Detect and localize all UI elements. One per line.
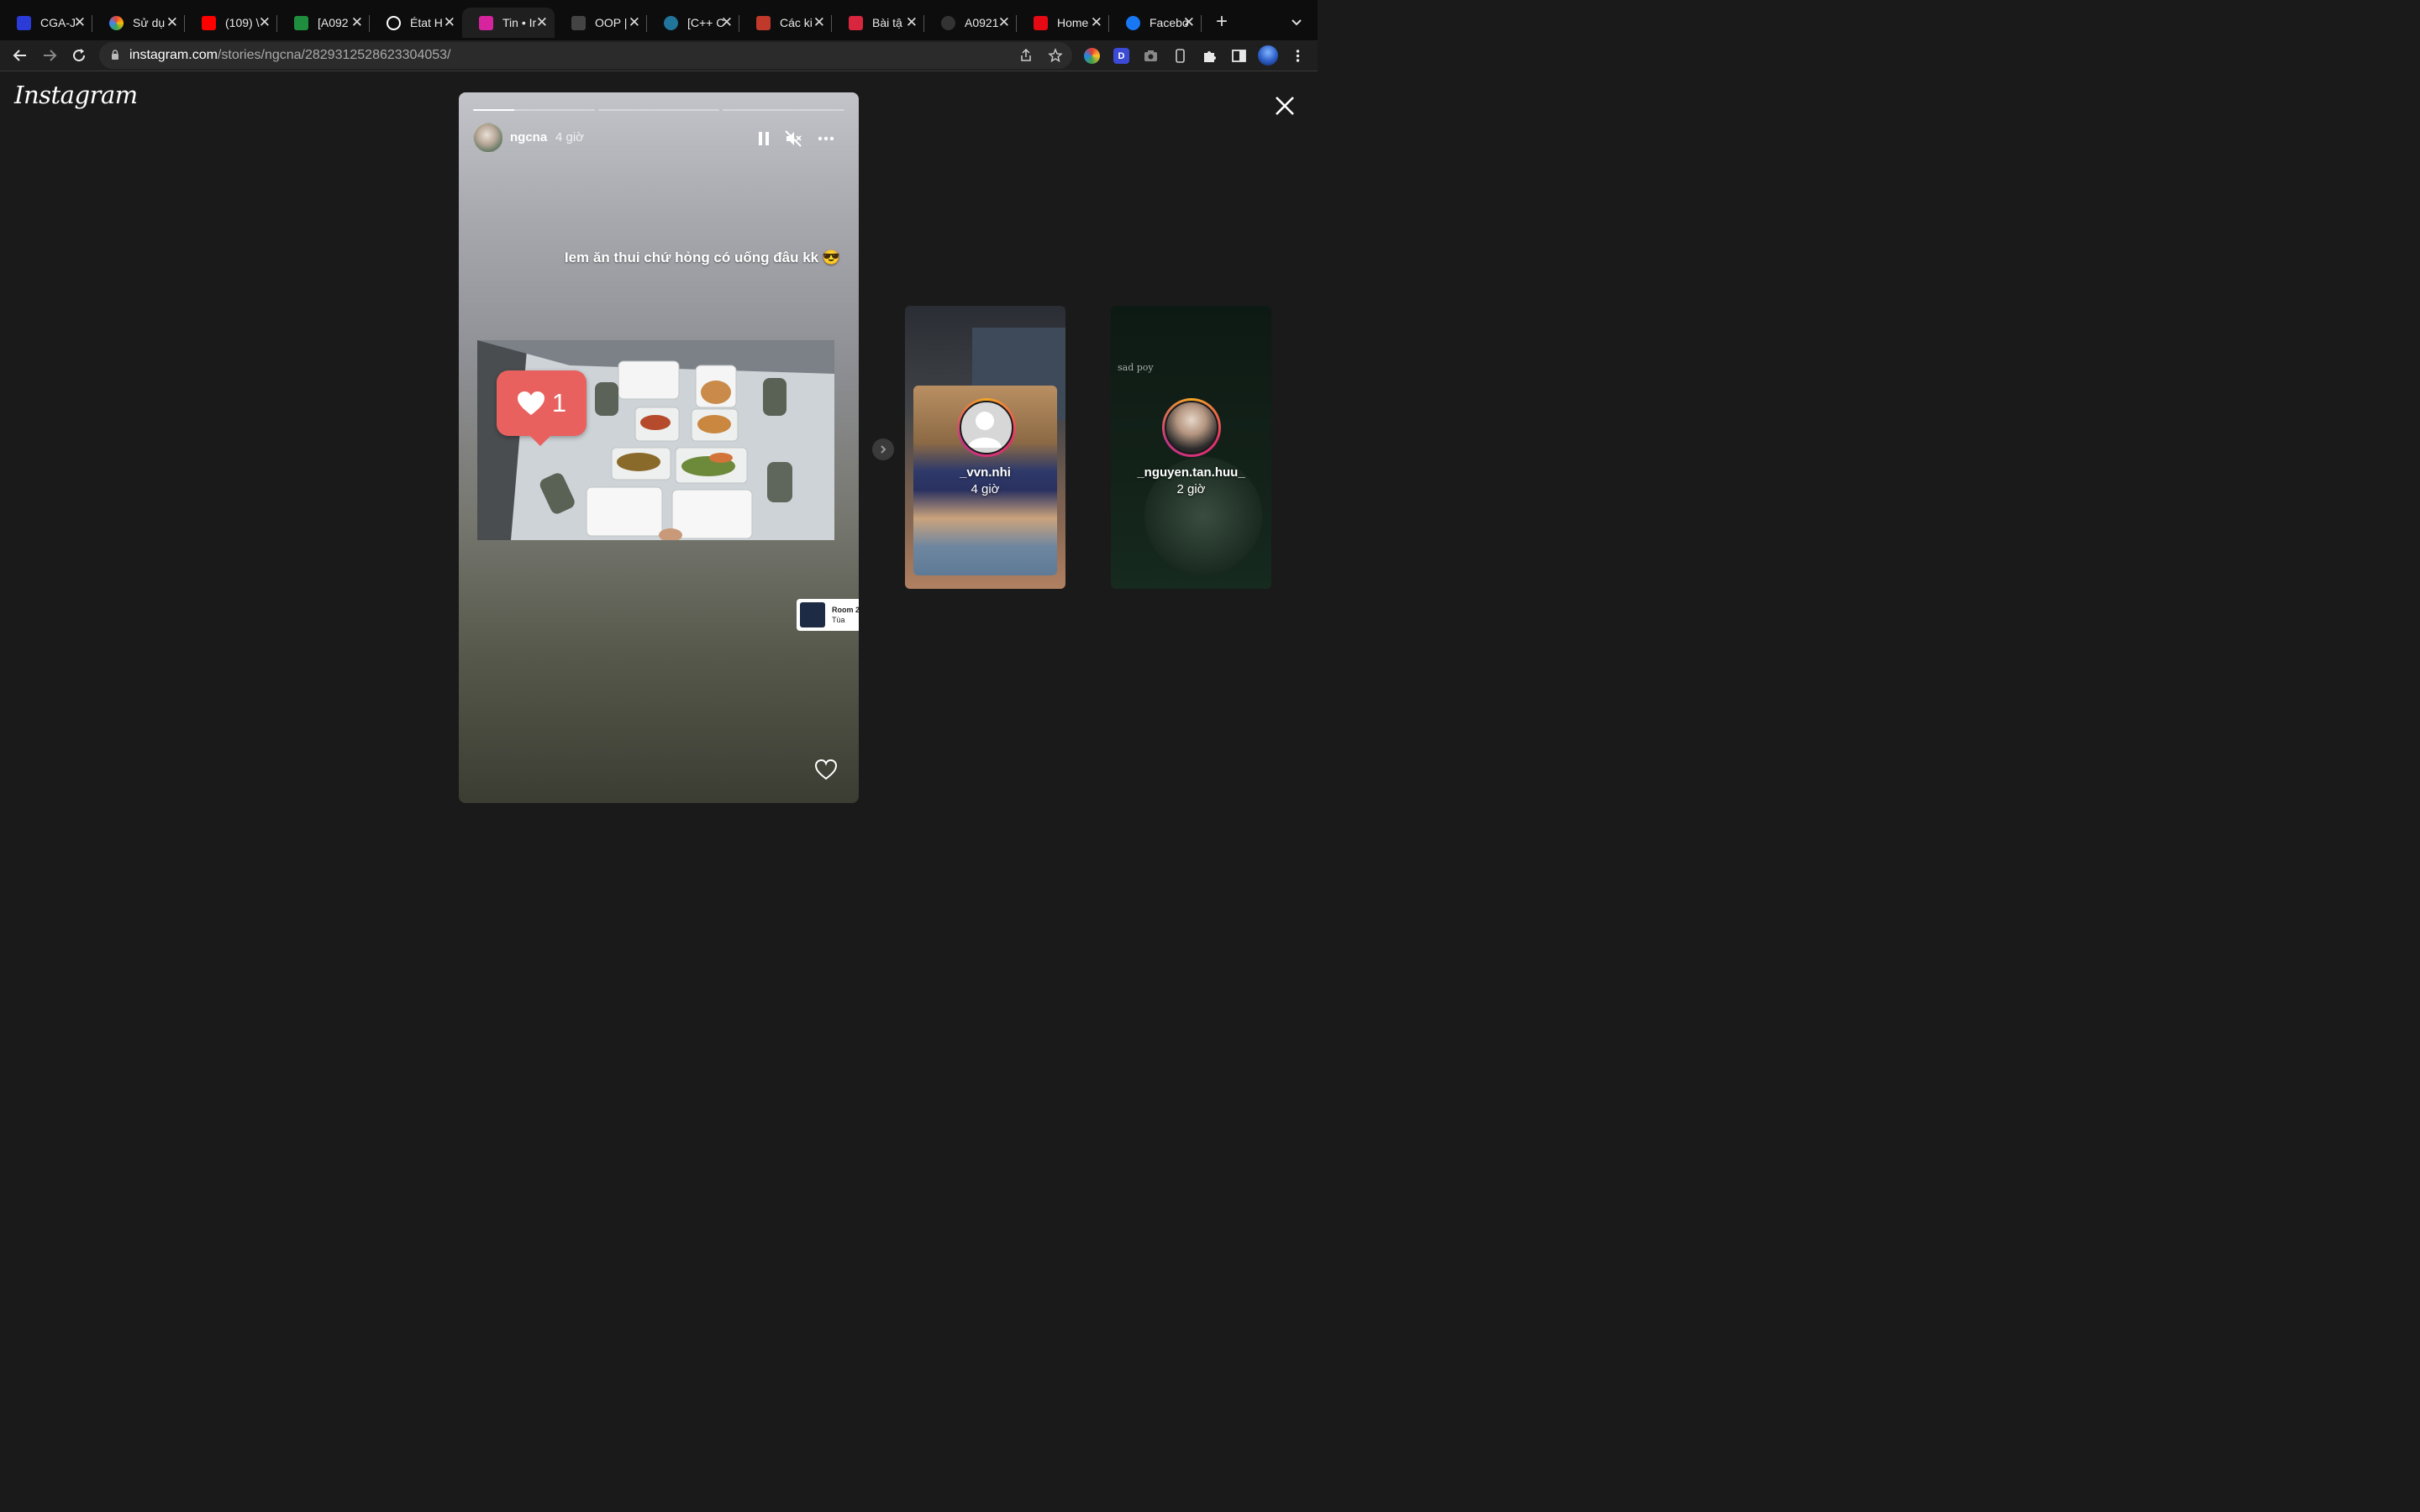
close-tab-icon[interactable]: ✕ [444, 15, 455, 29]
close-tab-icon[interactable]: ✕ [1183, 15, 1195, 29]
close-tab-icon[interactable]: ✕ [74, 15, 86, 29]
story-username[interactable]: ngcna [510, 130, 547, 144]
progress-fill [473, 109, 515, 111]
checkmark-site-icon [849, 15, 863, 30]
instagram-logo[interactable]: Instagram [14, 81, 138, 109]
tab-search-chevron-icon[interactable] [1290, 15, 1303, 29]
camera-extension-icon[interactable] [1143, 48, 1159, 64]
preview-time: 2 giờ [1176, 482, 1206, 496]
sheets-icon [294, 15, 308, 30]
forward-icon[interactable] [41, 47, 58, 64]
youtube-icon [202, 15, 216, 30]
back-icon[interactable] [12, 47, 29, 64]
default-avatar-icon [968, 412, 1002, 448]
close-tab-icon[interactable]: ✕ [998, 15, 1010, 29]
phone-extension-icon[interactable] [1172, 48, 1188, 64]
music-artist: Tùa [832, 616, 845, 624]
instagram-story-viewer: Instagram ngcna 4 giờ Iem ăn thui chứ hỏ… [0, 71, 1318, 823]
preview-time: 4 giờ [971, 482, 1000, 496]
story-preview-card[interactable]: sad poy _nguyen.tan.huu_ 2 giờ [1111, 306, 1271, 589]
browser-tab[interactable]: (109) \ ✕ [185, 8, 277, 38]
bookmark-star-icon[interactable] [1048, 48, 1063, 63]
close-tab-icon[interactable]: ✕ [1091, 15, 1102, 29]
chevron-right-icon [881, 445, 886, 454]
mute-icon[interactable] [784, 129, 802, 148]
side-panel-icon[interactable] [1231, 48, 1247, 64]
story-card[interactable]: ngcna 4 giờ Iem ăn thui chứ hỏng có uống… [459, 92, 859, 803]
close-icon[interactable] [1273, 94, 1297, 118]
close-tab-icon[interactable]: ✕ [721, 15, 733, 29]
album-cover [800, 602, 825, 627]
chrome-web-icon [109, 15, 124, 30]
preview-username: _vvn.nhi [960, 465, 1011, 480]
cga-icon [17, 15, 31, 30]
progress-segment [597, 109, 720, 111]
next-story-button[interactable] [872, 438, 894, 460]
browser-tab[interactable]: OOP | ✕ [555, 8, 647, 38]
like-count: 1 [551, 388, 567, 417]
profile-avatar[interactable] [1258, 45, 1278, 66]
avatar [1162, 398, 1221, 457]
browser-tab[interactable]: Facebo ✕ [1109, 8, 1202, 38]
globe-icon [387, 15, 401, 30]
browser-toolbar: instagram.com/stories/ngcna/282931252862… [0, 40, 1318, 71]
heart-filled-icon [517, 391, 544, 415]
progress-segment [473, 109, 595, 111]
browser-tab[interactable]: Sử dụ ✕ [92, 8, 185, 38]
browser-tab[interactable]: A0921 ✕ [924, 8, 1017, 38]
close-tab-icon[interactable]: ✕ [351, 15, 363, 29]
preview-username: _nguyen.tan.huu_ [1137, 465, 1245, 480]
close-tab-icon[interactable]: ✕ [166, 15, 178, 29]
avatar [957, 398, 1016, 457]
story-preview-card[interactable]: _vvn.nhi 4 giờ [905, 306, 1065, 589]
like-heart-icon[interactable] [814, 759, 838, 780]
d-extension-icon[interactable]: D [1113, 48, 1129, 64]
facebook-icon [1126, 15, 1140, 30]
browser-tab[interactable]: Home ✕ [1017, 8, 1109, 38]
pause-icon[interactable] [755, 129, 773, 148]
site-icon [571, 15, 586, 30]
github-icon [941, 15, 955, 30]
close-tab-icon[interactable]: ✕ [906, 15, 918, 29]
music-sticker[interactable]: Room 2 Tùa [797, 599, 859, 631]
lock-icon[interactable] [111, 50, 119, 60]
progress-segment [723, 109, 845, 111]
close-tab-icon[interactable]: ✕ [259, 15, 271, 29]
browser-tab[interactable]: Tin • Ir ✕ [462, 8, 555, 38]
netflix-icon [1034, 15, 1048, 30]
story-caption: Iem ăn thui chứ hỏng có uống đâu kk 😎 [564, 249, 840, 265]
music-title: Room 2 [832, 606, 859, 614]
color-extension-icon[interactable] [1084, 48, 1100, 64]
story-timestamp: 4 giờ [555, 130, 585, 144]
browser-tab[interactable]: État H ✕ [370, 8, 462, 38]
instagram-icon [479, 15, 493, 30]
close-tab-icon[interactable]: ✕ [629, 15, 640, 29]
preview-overlay-text: sad poy [1118, 362, 1154, 373]
like-count-badge: 1 [497, 370, 587, 446]
wordpress-icon [664, 15, 678, 30]
url-text[interactable]: instagram.com/stories/ngcna/282931252862… [129, 48, 451, 63]
arrow-site-icon [756, 15, 771, 30]
browser-tab[interactable]: [C++ C ✕ [647, 8, 739, 38]
address-bar[interactable]: instagram.com/stories/ngcna/282931252862… [99, 42, 1072, 69]
more-options-icon[interactable] [817, 129, 835, 148]
menu-kebab-icon[interactable] [1290, 48, 1306, 64]
tab-strip: CGA-J ✕ Sử dụ ✕ (109) \ ✕ [A092 ✕ État H ✕ Tin • I… [0, 0, 1318, 40]
browser-tab[interactable]: [A092 ✕ [277, 8, 370, 38]
puzzle-extensions-icon[interactable] [1202, 48, 1218, 64]
tab-separator [1201, 15, 1202, 32]
browser-tab[interactable]: Bài tậ ✕ [832, 8, 924, 38]
reload-icon[interactable] [71, 47, 87, 64]
share-icon[interactable] [1018, 48, 1034, 63]
story-progress-bar [473, 109, 845, 111]
browser-tab[interactable]: Các ki ✕ [739, 8, 832, 38]
close-tab-icon[interactable]: ✕ [536, 15, 548, 29]
browser-tab[interactable]: CGA-J ✕ [0, 8, 92, 38]
new-tab-button[interactable]: + [1216, 12, 1228, 32]
avatar[interactable] [473, 123, 503, 153]
close-tab-icon[interactable]: ✕ [813, 15, 825, 29]
